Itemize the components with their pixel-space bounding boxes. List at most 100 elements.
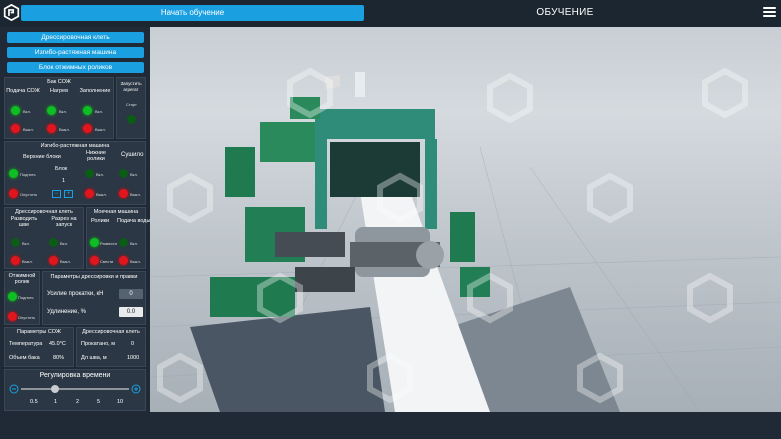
training-params-group: Параметры дрессировки и правки Усилие пр… bbox=[42, 271, 146, 325]
cut-on-button[interactable] bbox=[49, 238, 58, 247]
wash-rollers-label: Ролики bbox=[91, 218, 110, 224]
nav-mill-stand-button[interactable]: Дрессировочная клеть bbox=[7, 32, 144, 43]
heating-off-button[interactable] bbox=[47, 124, 56, 133]
sozh-tank-title: Бак СОЖ bbox=[47, 79, 71, 85]
unwind-on-button[interactable] bbox=[11, 238, 20, 247]
upper-lower-button[interactable] bbox=[9, 189, 18, 198]
dryer-off-label: Выкл. bbox=[130, 192, 141, 197]
top-bar: Начать обучение ОБУЧЕНИЕ bbox=[0, 0, 781, 27]
nav-bend-machine-button[interactable]: Изгибо-растяжная машина bbox=[7, 47, 144, 58]
seam-length-label: Дл шва, м bbox=[81, 355, 107, 361]
heating-on-label: Вкл. bbox=[59, 109, 67, 114]
rollers-lower-label: Свести bbox=[100, 259, 114, 264]
sozh-supply-on-button[interactable] bbox=[11, 106, 20, 115]
rolled-value: 0 bbox=[131, 341, 135, 347]
lower-rollers-on-label: Вкл. bbox=[96, 172, 104, 177]
time-slider[interactable] bbox=[5, 382, 145, 396]
lower-rollers-on-button[interactable] bbox=[85, 169, 94, 178]
upper-blocks-label: Верхние блоки bbox=[23, 154, 61, 160]
time-tick-4: 10 bbox=[117, 399, 124, 405]
run-unit-group: Запустить агрегат Старт bbox=[116, 77, 146, 139]
filling-off-button[interactable] bbox=[83, 124, 92, 133]
time-tick-2: 2 bbox=[76, 399, 80, 405]
time-tick-1: 1 bbox=[54, 399, 58, 405]
water-on-label: Вкл. bbox=[130, 241, 138, 246]
lower-rollers-off-button[interactable] bbox=[85, 189, 94, 198]
block-decrement-button[interactable]: − bbox=[52, 190, 61, 198]
temperature-label: Температура bbox=[9, 341, 43, 347]
sozh-params-group: Параметры СОЖ Температура 45.0°C Объем б… bbox=[4, 327, 74, 367]
training-params-title: Параметры дрессировки и правки bbox=[50, 274, 138, 280]
cut-label: Разрез на запуск bbox=[51, 216, 77, 228]
rolled-label: Прокатано, м bbox=[81, 341, 115, 347]
unwind-off-label: Выкл. bbox=[22, 259, 33, 264]
time-tick-3: 5 bbox=[97, 399, 101, 405]
press-roller-lower-button[interactable] bbox=[8, 312, 17, 321]
unwind-off-button[interactable] bbox=[11, 256, 20, 265]
block-label: Блок bbox=[55, 166, 68, 172]
rolling-force-value: 0 bbox=[119, 289, 143, 299]
run-unit-title: Запустить агрегат bbox=[120, 81, 142, 92]
sozh-supply-on-label: Вкл. bbox=[23, 109, 31, 114]
filling-off-label: Выкл. bbox=[95, 127, 106, 132]
block-increment-button[interactable]: + bbox=[64, 190, 73, 198]
rollers-lower-button[interactable] bbox=[90, 256, 99, 265]
sozh-supply-off-label: Выкл. bbox=[23, 127, 34, 132]
time-control-group: Регулировка времени 0.5 1 2 5 10 bbox=[4, 369, 146, 411]
3d-viewport[interactable] bbox=[150, 27, 781, 412]
heating-on-button[interactable] bbox=[47, 106, 56, 115]
wash-machine-title: Моечная машина bbox=[93, 209, 139, 215]
water-off-label: Выкл. bbox=[130, 259, 141, 264]
heating-off-label: Выкл. bbox=[59, 127, 70, 132]
hamburger-menu-icon[interactable] bbox=[763, 5, 776, 19]
mill-stand-title: Дрессировочная клеть bbox=[15, 209, 73, 215]
sozh-supply-off-button[interactable] bbox=[11, 124, 20, 133]
press-roller-group: Отжимной ролик Поднять Опустить bbox=[4, 271, 40, 325]
cut-off-button[interactable] bbox=[49, 256, 58, 265]
time-control-title: Регулировка времени bbox=[39, 372, 111, 379]
seam-length-value: 1000 bbox=[127, 355, 140, 361]
cut-on-label: Вкл. bbox=[60, 241, 68, 246]
mill-stand-group: Дрессировочная клеть Разводить шве Разре… bbox=[4, 207, 84, 269]
dryer-label: Сушило bbox=[121, 152, 144, 158]
bottom-strip bbox=[150, 412, 781, 439]
start-label: Старт bbox=[126, 102, 137, 107]
lower-rollers-label: Нижние ролики bbox=[86, 150, 106, 162]
sozh-params-title: Параметры СОЖ bbox=[17, 329, 61, 335]
heating-label: Нагрев bbox=[49, 88, 69, 94]
upper-raise-label: Поднять bbox=[20, 172, 36, 177]
unwind-on-label: Вкл. bbox=[22, 241, 30, 246]
press-roller-raise-label: Поднять bbox=[18, 295, 34, 300]
block-value: 1 bbox=[62, 178, 66, 184]
filling-on-button[interactable] bbox=[83, 106, 92, 115]
water-off-button[interactable] bbox=[119, 256, 128, 265]
mill-params-group: Дрессировочная клеть Прокатано, м 0 Дл ш… bbox=[76, 327, 146, 367]
nav-press-rollers-button[interactable]: Блок отжимных роликов bbox=[7, 62, 144, 73]
rolling-force-label: Усилие прокатки, кН bbox=[47, 291, 104, 297]
water-supply-label: Подача воды bbox=[117, 218, 151, 224]
slider-thumb[interactable] bbox=[51, 385, 59, 393]
rollers-raise-button[interactable] bbox=[90, 238, 99, 247]
dryer-on-button[interactable] bbox=[119, 169, 128, 178]
press-roller-raise-button[interactable] bbox=[8, 292, 17, 301]
elongation-input[interactable]: 0.0 bbox=[119, 307, 143, 317]
upper-lower-label: Опустить bbox=[20, 192, 38, 197]
dryer-off-button[interactable] bbox=[119, 189, 128, 198]
upper-raise-button[interactable] bbox=[9, 169, 18, 178]
mode-title: ОБУЧЕНИЕ bbox=[536, 7, 594, 18]
sozh-supply-label: Подача СОЖ bbox=[6, 88, 40, 94]
start-unit-button[interactable] bbox=[127, 115, 136, 124]
tank-volume-value: 80% bbox=[53, 355, 65, 361]
tank-volume-label: Объем бака bbox=[9, 355, 40, 361]
control-panel: Дрессировочная клеть Изгибо-растяжная ма… bbox=[0, 27, 150, 439]
time-tick-0: 0.5 bbox=[30, 399, 38, 405]
press-roller-title: Отжимной ролик bbox=[8, 273, 36, 285]
lower-rollers-off-label: Выкл. bbox=[96, 192, 107, 197]
press-roller-lower-label: Опустить bbox=[18, 315, 36, 320]
start-training-button[interactable]: Начать обучение bbox=[21, 5, 364, 21]
water-on-button[interactable] bbox=[119, 238, 128, 247]
scene-render bbox=[150, 67, 781, 412]
app-logo-icon bbox=[3, 4, 20, 21]
bend-machine-title: Изгибо-растяжная машина bbox=[40, 143, 110, 149]
unwind-label: Разводить шве bbox=[10, 216, 38, 228]
